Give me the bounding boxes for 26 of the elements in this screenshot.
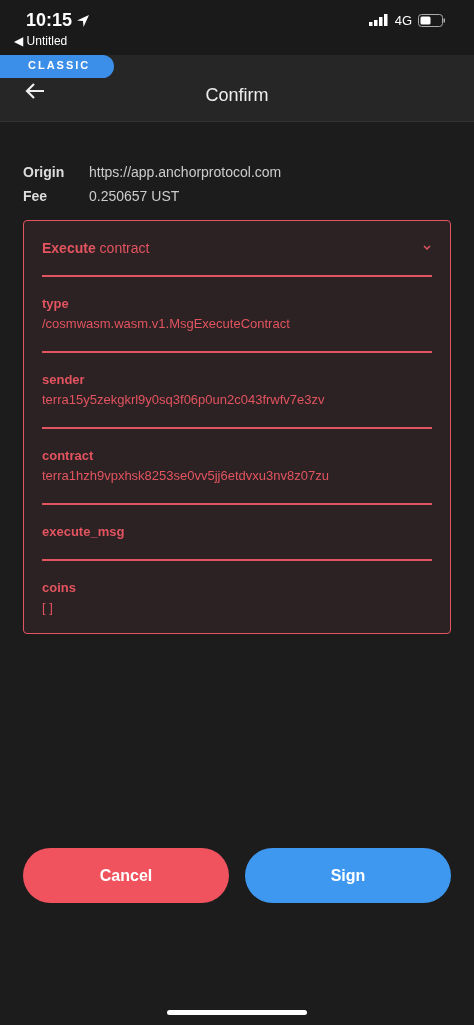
- signal-icon: [368, 14, 389, 26]
- field-value: /cosmwasm.wasm.v1.MsgExecuteContract: [42, 316, 291, 331]
- summary-value: https://app.anchorprotocol.com: [89, 164, 283, 180]
- back-to-app-link[interactable]: ◀ Untitled: [14, 34, 91, 48]
- field-label: contract: [42, 448, 95, 463]
- network-label: 4G: [394, 12, 412, 28]
- sign-button[interactable]: Sign: [245, 848, 451, 903]
- field-value: terra15y5zekgkrl9y0sq3f06p0un2c043frwfv7e3zv: [42, 392, 326, 407]
- summary-label: Fee: [23, 188, 49, 204]
- back-arrow-icon[interactable]: [24, 82, 46, 100]
- message-title: Execute contract: [42, 240, 150, 256]
- screen-title: Confirm: [205, 84, 269, 106]
- field-label: type: [42, 296, 70, 311]
- location-arrow-icon: [76, 13, 91, 28]
- summary-value: 0.250657 UST: [89, 188, 181, 204]
- status-time: 10:15: [26, 10, 73, 31]
- field-label: sender: [42, 372, 86, 387]
- cancel-button[interactable]: Cancel: [23, 848, 229, 903]
- field-value: [ ]: [42, 600, 54, 615]
- field-label: execute_msg: [42, 524, 126, 539]
- summary-label: Origin: [23, 164, 66, 180]
- field-value: terra1hzh9vpxhsk8253se0vv5jj6etdvxu3nv8z07zu: [42, 468, 330, 483]
- battery-icon: [418, 13, 446, 27]
- chevron-icon[interactable]: [422, 245, 432, 251]
- classic-badge: CLASSIC: [0, 55, 114, 78]
- field-label: coins: [42, 580, 77, 595]
